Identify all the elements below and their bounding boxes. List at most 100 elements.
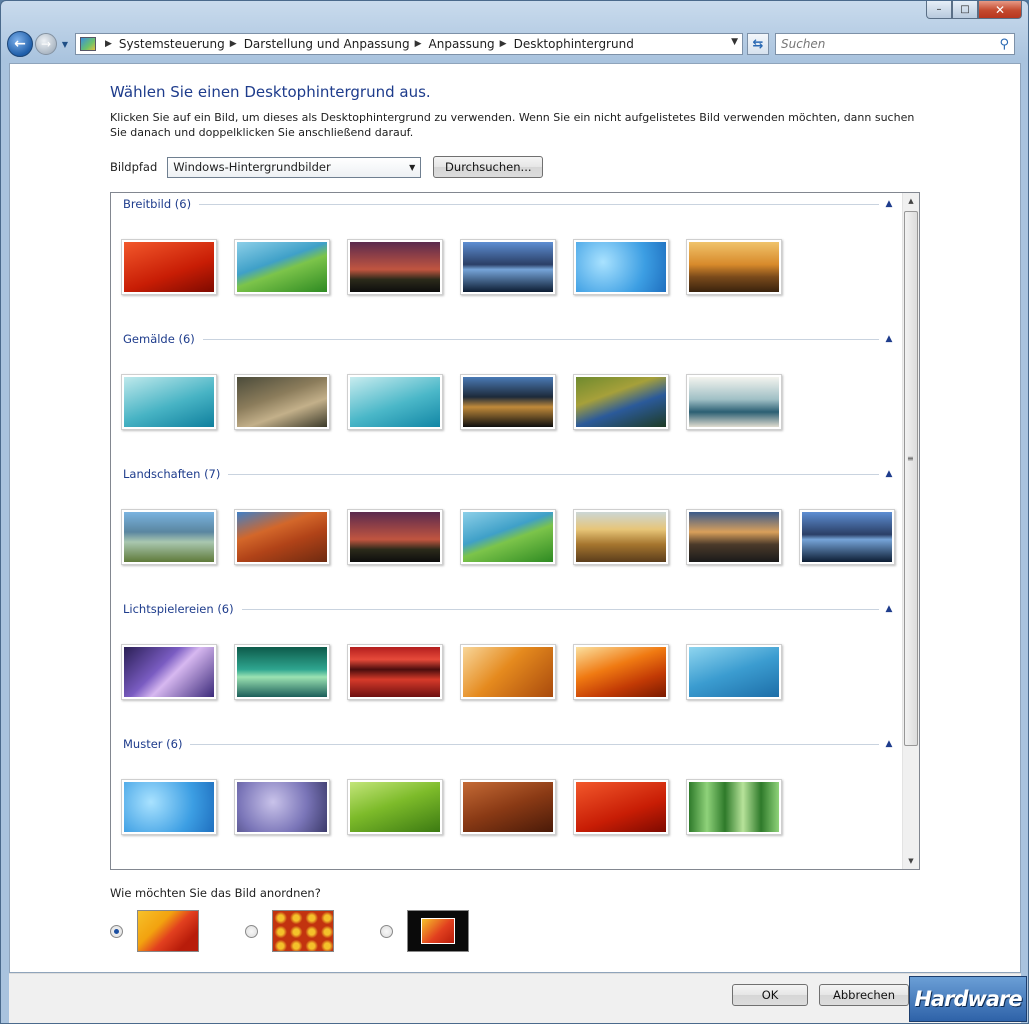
vertical-scrollbar[interactable]: ▲ ≡ ▼ (902, 193, 919, 869)
collapse-icon[interactable]: ▲ (879, 469, 899, 479)
thumbnail-image (463, 647, 553, 697)
refresh-button[interactable]: ⇆ (747, 33, 769, 55)
close-button[interactable]: ✕ (978, 1, 1022, 19)
wallpaper-thumbnail[interactable] (460, 509, 556, 565)
wallpaper-thumbnail[interactable] (460, 239, 556, 295)
wallpaper-thumbnail[interactable] (234, 509, 330, 565)
maximize-button[interactable]: □ (952, 1, 978, 19)
search-icon[interactable]: ⚲ (999, 37, 1009, 52)
breadcrumb-desktophintergrund[interactable]: Desktophintergrund (514, 37, 634, 51)
thumbnail-image (463, 782, 553, 832)
grip-icon: ≡ (907, 454, 914, 463)
wallpaper-thumbnail[interactable] (121, 374, 217, 430)
wallpaper-thumbnail[interactable] (686, 239, 782, 295)
address-history-dropdown[interactable]: ▼ (731, 37, 738, 47)
minimize-button[interactable]: – (926, 1, 952, 19)
group-title: Gemälde (6) (123, 332, 195, 346)
group-header[interactable]: Muster (6) ▲ (123, 735, 899, 753)
thumbnail-image (350, 782, 440, 832)
wallpaper-gallery[interactable]: Breitbild (6) ▲ Gemälde (6) ▲ Landschaft… (110, 192, 920, 870)
wallpaper-thumbnail[interactable] (460, 779, 556, 835)
wallpaper-thumbnail[interactable] (799, 509, 895, 565)
wallpaper-thumbnail[interactable] (573, 239, 669, 295)
wallpaper-thumbnail[interactable] (686, 644, 782, 700)
wallpaper-thumbnail[interactable] (686, 779, 782, 835)
wallpaper-thumbnail[interactable] (234, 374, 330, 430)
wallpaper-thumbnail[interactable] (121, 779, 217, 835)
group-divider (202, 338, 879, 340)
wallpaper-thumbnail[interactable] (234, 644, 330, 700)
thumbnail-image (350, 377, 440, 427)
scrollbar-thumb[interactable] (904, 211, 918, 746)
picture-location-row: Bildpfad Windows-Hintergrundbilder ▼ Dur… (110, 156, 544, 178)
wallpaper-thumbnail[interactable] (347, 239, 443, 295)
thumbnail-row (121, 374, 799, 430)
breadcrumb-separator-icon[interactable]: ▶ (415, 39, 422, 49)
recent-pages-dropdown[interactable]: ▼ (59, 40, 71, 49)
search-input[interactable] (781, 37, 981, 51)
arrange-center-preview[interactable] (407, 910, 469, 952)
breadcrumb-separator-icon[interactable]: ▶ (105, 39, 112, 49)
ok-button[interactable]: OK (732, 984, 808, 1006)
arrange-center-radio[interactable] (380, 924, 393, 938)
back-button[interactable]: ← (7, 31, 33, 57)
collapse-icon[interactable]: ▲ (879, 334, 899, 344)
wallpaper-thumbnail[interactable] (573, 374, 669, 430)
wallpaper-thumbnail-selected[interactable] (341, 495, 451, 601)
wallpaper-thumbnail[interactable] (121, 509, 217, 565)
group-header[interactable]: Landschaften (7) ▲ (123, 465, 899, 483)
thumbnail-image (576, 377, 666, 427)
wallpaper-thumbnail[interactable] (234, 239, 330, 295)
group-header[interactable]: Lichtspielereien (6) ▲ (123, 600, 899, 618)
wallpaper-thumbnail[interactable] (573, 779, 669, 835)
wallpaper-thumbnail[interactable] (573, 509, 669, 565)
group-divider (228, 473, 879, 475)
wallpaper-thumbnail[interactable] (121, 239, 217, 295)
scroll-up-icon[interactable]: ▲ (903, 193, 919, 209)
group-header[interactable]: Breitbild (6) ▲ (123, 195, 899, 213)
picture-location-select[interactable]: Windows-Hintergrundbilder ▼ (167, 156, 422, 178)
thumbnail-row (121, 779, 799, 835)
group-title: Lichtspielereien (6) (123, 602, 234, 616)
collapse-icon[interactable]: ▲ (879, 739, 899, 749)
wallpaper-thumbnail[interactable] (686, 509, 782, 565)
breadcrumb-anpassung[interactable]: Anpassung (429, 37, 495, 51)
arrow-left-icon: ← (14, 36, 26, 52)
thumbnail-image (689, 647, 779, 697)
thumbnail-image (463, 377, 553, 427)
centered-image-icon (421, 918, 455, 944)
wallpaper-thumbnail[interactable] (460, 644, 556, 700)
scroll-down-icon[interactable]: ▼ (903, 853, 919, 869)
wallpaper-thumbnail[interactable] (234, 779, 330, 835)
breadcrumb-separator-icon[interactable]: ▶ (500, 39, 507, 49)
wallpaper-thumbnail[interactable] (347, 374, 443, 430)
arrange-tile-radio[interactable] (245, 924, 258, 938)
wallpaper-thumbnail[interactable] (573, 644, 669, 700)
group-divider (241, 608, 879, 610)
breadcrumb-darstellung[interactable]: Darstellung und Anpassung (244, 37, 410, 51)
collapse-icon[interactable]: ▲ (879, 604, 899, 614)
group-header[interactable]: Gemälde (6) ▲ (123, 330, 899, 348)
arrange-fill-preview[interactable] (137, 910, 199, 952)
thumbnail-image (576, 782, 666, 832)
picture-location-label: Bildpfad (110, 160, 158, 174)
arrange-tile-preview[interactable] (272, 910, 334, 952)
thumbnail-image (463, 512, 553, 562)
thumbnail-image (689, 377, 779, 427)
wallpaper-thumbnail[interactable] (347, 779, 443, 835)
wallpaper-thumbnail[interactable] (686, 374, 782, 430)
breadcrumb-separator-icon[interactable]: ▶ (230, 39, 237, 49)
address-bar[interactable]: ▶ Systemsteuerung ▶ Darstellung und Anpa… (75, 33, 743, 55)
breadcrumb-systemsteuerung[interactable]: Systemsteuerung (119, 37, 225, 51)
wallpaper-thumbnail[interactable] (121, 644, 217, 700)
wallpaper-thumbnail[interactable] (460, 374, 556, 430)
chevron-down-icon: ▼ (409, 162, 416, 172)
wallpaper-thumbnail[interactable] (347, 644, 443, 700)
search-box[interactable]: ⚲ (775, 33, 1015, 55)
cancel-button[interactable]: Abbrechen (819, 984, 909, 1006)
page-description: Klicken Sie auf ein Bild, um dieses als … (110, 111, 915, 139)
arrange-fill-radio[interactable] (110, 924, 123, 938)
forward-button[interactable]: → (35, 33, 57, 55)
browse-button[interactable]: Durchsuchen... (433, 156, 544, 178)
collapse-icon[interactable]: ▲ (879, 199, 899, 209)
